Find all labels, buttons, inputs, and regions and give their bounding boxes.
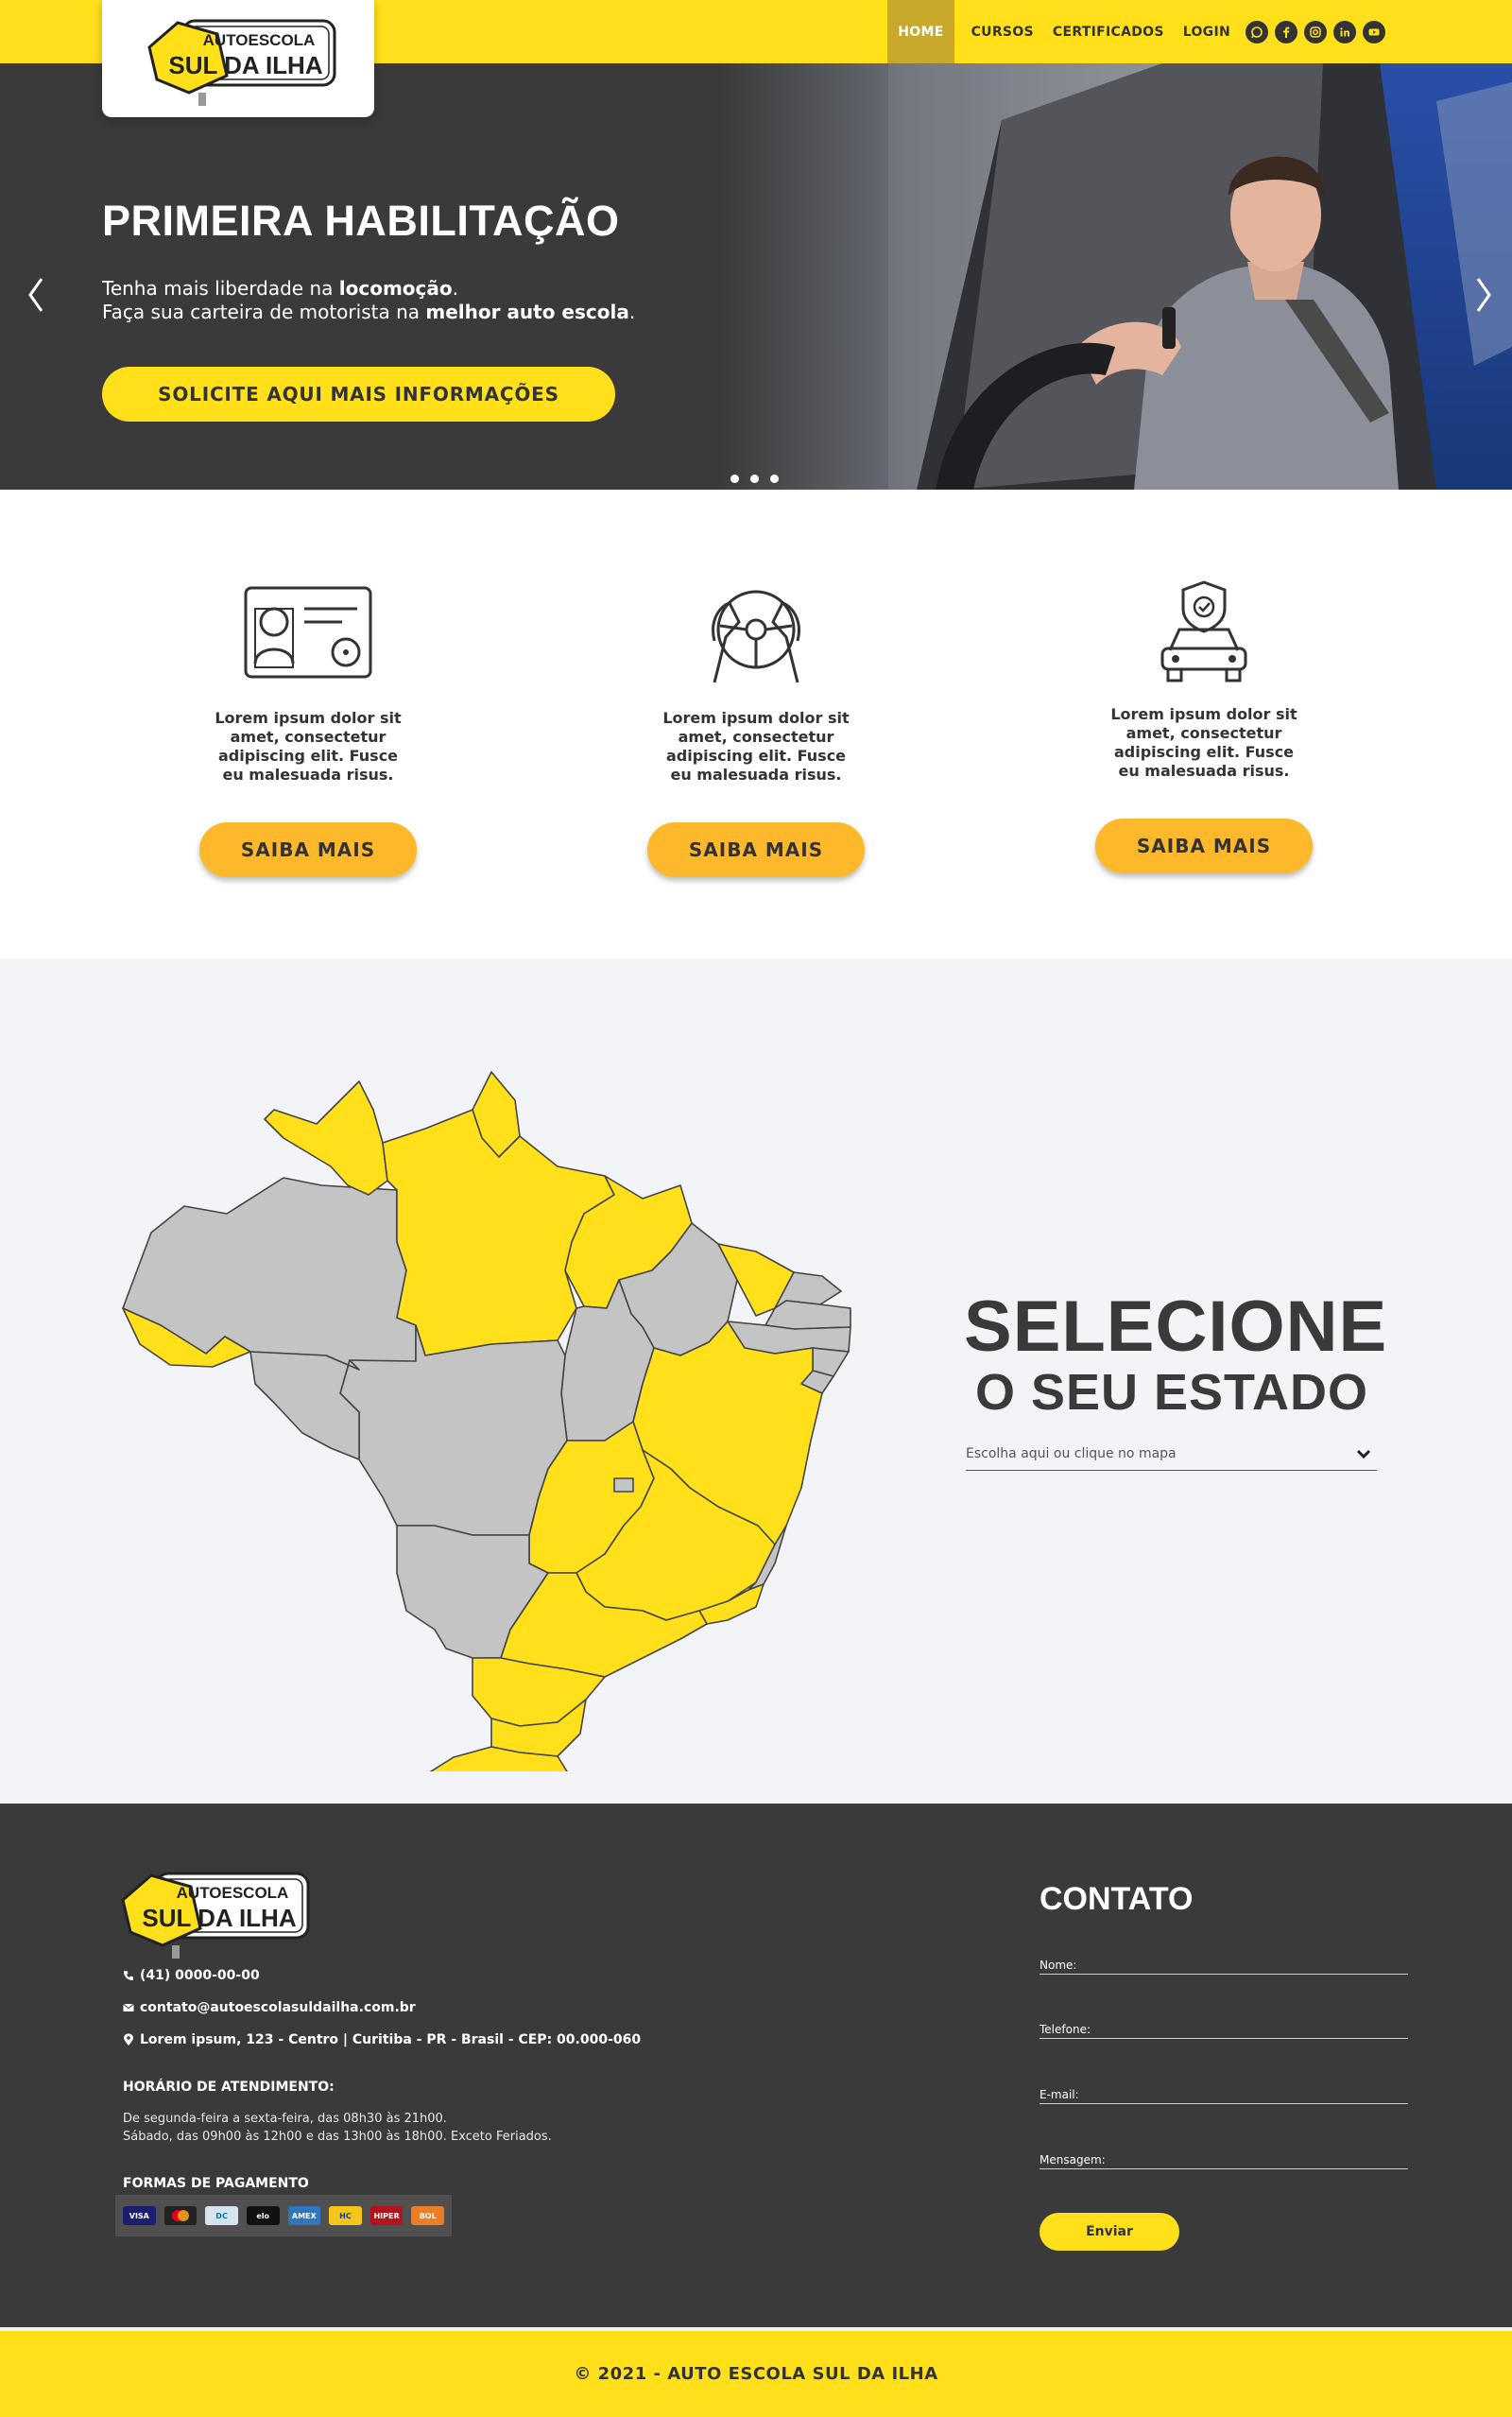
email-field[interactable]: E-mail: <box>1040 2088 1408 2104</box>
facebook-icon[interactable] <box>1275 20 1297 43</box>
instagram-icon[interactable] <box>1304 20 1327 43</box>
state-df[interactable] <box>613 1477 634 1493</box>
message-field-label: Mensagem: <box>1040 2153 1106 2167</box>
hero-photo <box>718 63 1512 490</box>
hipercard-icon: HIPER <box>369 2206 404 2225</box>
diners-card-icon: DC <box>205 2206 238 2225</box>
footer-email-text: contato@autoescolasuldailha.com.br <box>140 2000 416 2015</box>
hero-line2-pre: Faça sua carteira de motorista na <box>102 301 426 323</box>
footer: AUTOESCOLA SUL DA ILHA (41) 0000-00-00 c… <box>0 1804 1512 2327</box>
feature-text: Lorem ipsum dolor sit amet, consectetur … <box>662 709 850 784</box>
select-title-line1: SELECIONE <box>964 1286 1388 1367</box>
hero-title: PRIMEIRA HABILITAÇÃO <box>102 197 620 245</box>
footer-logo-text-top: AUTOESCOLA <box>177 1884 289 1902</box>
select-title-line2: O SEU ESTADO <box>974 1364 1369 1421</box>
state-dropdown[interactable]: Escolha aqui ou clique no mapa <box>966 1437 1377 1471</box>
location-pin-icon <box>124 2033 133 2046</box>
payment-methods: VISA DC elo AMEX HC HIPER BOL <box>115 2195 452 2236</box>
features-section: Lorem ipsum dolor sit amet, consectetur … <box>0 490 1512 958</box>
slider-next-button[interactable] <box>1470 271 1499 319</box>
footer-phone-text: (41) 0000-00-00 <box>140 1968 260 1983</box>
copyright-bar: © 2021 - AUTO ESCOLA SUL DA ILHA <box>0 2327 1512 2417</box>
message-field[interactable]: Mensagem: <box>1040 2153 1408 2169</box>
feature-card-license: Lorem ipsum dolor sit amet, consectetur … <box>185 584 431 877</box>
footer-logo[interactable]: AUTOESCOLA SUL DA ILHA <box>113 1866 312 1960</box>
phone-field-label: Telefone: <box>1040 2023 1091 2036</box>
footer-address: Lorem ipsum, 123 - Centro | Curitiba - P… <box>123 2032 641 2047</box>
state-selector-section: SELECIONE O SEU ESTADO Escolha aqui ou c… <box>0 958 1512 1804</box>
hero-description: Tenha mais liberdade na locomoção. Faça … <box>102 277 635 324</box>
visa-card-icon: VISA <box>123 2206 156 2225</box>
email-field-label: E-mail: <box>1040 2088 1079 2101</box>
contact-title: CONTATO <box>1040 1881 1194 1917</box>
hero-line1-bold: locomoção <box>338 277 453 300</box>
logo-text-top: AUTOESCOLA <box>203 31 316 49</box>
hero-line1-pre: Tenha mais liberdade na <box>102 277 339 300</box>
mastercard-icon <box>163 2206 198 2225</box>
main-nav: HOME CURSOS CERTIFICADOS LOGIN <box>887 0 1512 63</box>
footer-address-text: Lorem ipsum, 123 - Centro | Curitiba - P… <box>140 2032 642 2047</box>
copyright-text: © 2021 - AUTO ESCOLA SUL DA ILHA <box>574 2364 938 2384</box>
hero-line1-post: . <box>452 277 458 300</box>
feature-text: Lorem ipsum dolor sit amet, consectetur … <box>215 709 402 784</box>
hero-slider: PRIMEIRA HABILITAÇÃO Tenha mais liberdad… <box>0 63 1512 490</box>
nav-cursos[interactable]: CURSOS <box>962 0 1043 63</box>
youtube-icon[interactable] <box>1363 20 1385 43</box>
car-shield-icon <box>1160 580 1247 682</box>
envelope-icon <box>123 2003 134 2011</box>
send-button[interactable]: Enviar <box>1040 2213 1179 2251</box>
brazil-map <box>122 1071 851 1771</box>
logo-card[interactable]: AUTOESCOLA SUL DA ILHA <box>102 0 374 117</box>
footer-logo-text-main: SUL DA ILHA <box>142 1904 296 1932</box>
footer-email[interactable]: contato@autoescolasuldailha.com.br <box>123 2000 416 2015</box>
hours-line2: Sábado, das 09h00 às 12h00 e das 13h00 à… <box>123 2130 552 2144</box>
chevron-down-icon <box>1356 1449 1371 1459</box>
amex-card-icon: AMEX <box>287 2206 321 2225</box>
steering-wheel-icon <box>712 590 800 683</box>
select-state-title: SELECIONE O SEU ESTADO <box>964 1286 1388 1422</box>
slider-dots <box>730 475 779 483</box>
logo-text-main: SUL DA ILHA <box>168 51 322 79</box>
chevron-right-icon <box>1476 278 1491 312</box>
feature-card-steering: Lorem ipsum dolor sit amet, consectetur … <box>633 584 879 877</box>
slider-dot[interactable] <box>750 475 759 483</box>
hero-line2-post: . <box>628 301 636 323</box>
name-field-label: Nome: <box>1040 1959 1077 1972</box>
hero-line2-bold: melhor auto escola <box>425 301 629 323</box>
state-dropdown-placeholder: Escolha aqui ou clique no mapa <box>966 1445 1177 1461</box>
hours-text: De segunda-feira a sexta-feira, das 08h3… <box>123 2110 552 2146</box>
saiba-mais-button[interactable]: SAIBA MAIS <box>199 822 417 877</box>
saiba-mais-button[interactable]: SAIBA MAIS <box>1095 819 1313 873</box>
hero-cta-button[interactable]: SOLICITE AQUI MAIS INFORMAÇÕES <box>102 367 615 422</box>
elo-card-icon: elo <box>246 2206 280 2225</box>
hipercard-alt-icon: HC <box>329 2206 362 2225</box>
whatsapp-icon[interactable] <box>1246 20 1268 43</box>
slider-dot[interactable] <box>730 475 739 483</box>
slider-prev-button[interactable] <box>21 271 49 319</box>
boleto-icon: BOL <box>411 2206 444 2225</box>
payment-title: FORMAS DE PAGAMENTO <box>123 2176 309 2191</box>
slider-dot[interactable] <box>770 475 779 483</box>
hours-line1: De segunda-feira a sexta-feira, das 08h3… <box>123 2112 447 2126</box>
chevron-left-icon <box>28 278 43 312</box>
linkedin-icon[interactable] <box>1333 20 1356 43</box>
hours-title: HORÁRIO DE ATENDIMENTO: <box>123 2080 335 2095</box>
state-ro[interactable] <box>249 1351 360 1460</box>
feature-text: Lorem ipsum dolor sit amet, consectetur … <box>1110 705 1297 780</box>
nav-home[interactable]: HOME <box>887 0 954 63</box>
phone-icon <box>124 1971 133 1980</box>
nav-certificados[interactable]: CERTIFICADOS <box>1043 0 1174 63</box>
name-field[interactable]: Nome: <box>1040 1959 1408 1975</box>
saiba-mais-button[interactable]: SAIBA MAIS <box>647 822 865 877</box>
feature-card-car-shield: Lorem ipsum dolor sit amet, consectetur … <box>1081 577 1327 873</box>
phone-field[interactable]: Telefone: <box>1040 2023 1408 2039</box>
footer-phone[interactable]: (41) 0000-00-00 <box>123 1968 260 1983</box>
driver-license-icon <box>244 586 372 679</box>
nav-login[interactable]: LOGIN <box>1174 0 1240 63</box>
social-links <box>1246 20 1385 43</box>
brand-logo[interactable]: AUTOESCOLA SUL DA ILHA <box>140 13 338 108</box>
